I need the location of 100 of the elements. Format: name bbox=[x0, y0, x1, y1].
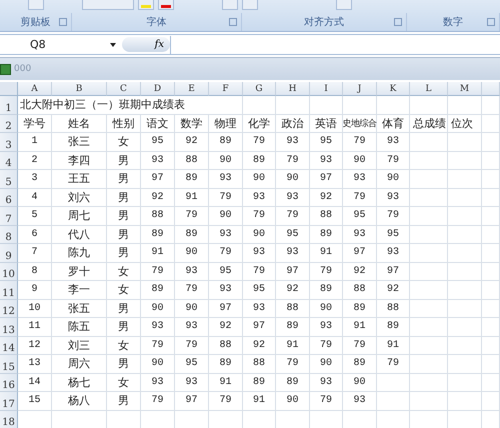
table-cell bbox=[410, 336, 448, 355]
table-cell bbox=[448, 318, 482, 336]
table-cell: 88 bbox=[141, 207, 175, 226]
table-cell bbox=[482, 355, 500, 374]
ribbon-group-label: 剪贴板 bbox=[20, 16, 51, 29]
table-cell: 93 bbox=[141, 374, 175, 392]
table-cell: 93 bbox=[243, 244, 276, 262]
table-cell: 91 bbox=[243, 392, 276, 410]
column-header[interactable]: D bbox=[141, 82, 175, 96]
table-cell: 罗十 bbox=[52, 262, 107, 281]
select-all-corner[interactable] bbox=[0, 82, 18, 96]
function-button[interactable]: fx bbox=[122, 37, 170, 52]
row-header[interactable]: 9 bbox=[0, 244, 18, 262]
table-cell: 周七 bbox=[52, 207, 107, 226]
table-cell: 95 bbox=[209, 262, 243, 281]
column-header[interactable]: J bbox=[343, 82, 377, 96]
table-cell: 92 bbox=[377, 281, 410, 300]
row-header[interactable]: 10 bbox=[0, 262, 18, 281]
column-header[interactable]: K bbox=[377, 82, 410, 96]
table-cell[interactable] bbox=[377, 96, 410, 114]
table-cell: 90 bbox=[243, 226, 276, 244]
row-header[interactable]: 17 bbox=[0, 392, 18, 410]
row-header[interactable]: 18 bbox=[0, 410, 18, 428]
table-cell: 91 bbox=[141, 244, 175, 262]
dialog-launcher-icon[interactable] bbox=[59, 18, 68, 26]
column-header[interactable]: I bbox=[310, 82, 343, 96]
row-header[interactable]: 15 bbox=[0, 355, 18, 374]
dialog-launcher-icon[interactable] bbox=[487, 18, 495, 26]
table-cell: 93 bbox=[141, 152, 175, 170]
table-cell: 90 bbox=[175, 244, 209, 262]
row-header[interactable]: 5 bbox=[0, 170, 18, 188]
table-cell[interactable] bbox=[410, 96, 448, 114]
table-cell[interactable] bbox=[310, 96, 343, 114]
column-header[interactable]: B bbox=[52, 82, 107, 96]
column-heading: 总成绩 bbox=[410, 114, 448, 133]
fill-color-icon[interactable] bbox=[138, 0, 154, 10]
column-header[interactable] bbox=[482, 82, 500, 96]
font-color-icon[interactable] bbox=[158, 0, 174, 10]
table-cell: 女 bbox=[107, 281, 141, 300]
row-header[interactable]: 12 bbox=[0, 300, 18, 318]
dialog-launcher-icon[interactable] bbox=[394, 18, 402, 26]
row-header[interactable]: 3 bbox=[0, 133, 18, 152]
row-header[interactable]: 6 bbox=[0, 188, 18, 207]
table-cell: 93 bbox=[141, 318, 175, 336]
table-cell: 93 bbox=[343, 170, 377, 188]
table-cell: 79 bbox=[377, 355, 410, 374]
row-header[interactable]: 1 bbox=[0, 96, 18, 114]
table-cell: 88 bbox=[209, 336, 243, 355]
table-cell: 93 bbox=[276, 133, 310, 152]
name-box[interactable]: Q8 bbox=[0, 38, 110, 51]
table-cell: 92 bbox=[209, 318, 243, 336]
row-header[interactable]: 7 bbox=[0, 207, 18, 226]
column-header[interactable]: M bbox=[448, 82, 482, 96]
dropdown-icon[interactable] bbox=[110, 42, 116, 46]
row-header[interactable]: 13 bbox=[0, 318, 18, 336]
workbook-title: 000 bbox=[14, 64, 32, 74]
table-cell bbox=[410, 170, 448, 188]
table-cell[interactable] bbox=[343, 96, 377, 114]
table-cell bbox=[410, 207, 448, 226]
table-cell: 90 bbox=[276, 392, 310, 410]
row-header[interactable]: 14 bbox=[0, 336, 18, 355]
table-cell: 79 bbox=[209, 244, 243, 262]
table-cell: 89 bbox=[310, 281, 343, 300]
table-cell bbox=[410, 226, 448, 244]
column-heading: 位次 bbox=[448, 114, 482, 133]
column-header[interactable]: G bbox=[243, 82, 276, 96]
column-header[interactable]: C bbox=[107, 82, 141, 96]
table-cell bbox=[482, 374, 500, 392]
row-header[interactable]: 8 bbox=[0, 226, 18, 244]
table-cell: 93 bbox=[377, 133, 410, 152]
column-header[interactable]: A bbox=[18, 82, 52, 96]
column-header[interactable]: F bbox=[209, 82, 243, 96]
table-cell[interactable] bbox=[243, 96, 276, 114]
dialog-launcher-icon[interactable] bbox=[229, 18, 238, 26]
row-header[interactable]: 2 bbox=[0, 114, 18, 133]
column-header[interactable]: H bbox=[276, 82, 310, 96]
table-cell: 92 bbox=[343, 262, 377, 281]
table-cell[interactable] bbox=[482, 96, 500, 114]
column-header[interactable]: E bbox=[175, 82, 209, 96]
table-cell bbox=[482, 392, 500, 410]
table-cell: 89 bbox=[377, 318, 410, 336]
table-cell: 89 bbox=[343, 355, 377, 374]
table-cell: 90 bbox=[209, 207, 243, 226]
table-cell: 93 bbox=[310, 152, 343, 170]
column-header[interactable]: L bbox=[410, 82, 448, 96]
table-cell: 95 bbox=[175, 355, 209, 374]
table-cell[interactable] bbox=[482, 114, 500, 133]
table-cell: 95 bbox=[243, 281, 276, 300]
row-header[interactable]: 4 bbox=[0, 152, 18, 170]
column-heading: 学号 bbox=[18, 114, 52, 133]
table-cell[interactable] bbox=[276, 96, 310, 114]
table-cell bbox=[482, 226, 500, 244]
row-header[interactable]: 16 bbox=[0, 374, 18, 392]
table-cell: 93 bbox=[209, 170, 243, 188]
table-cell[interactable] bbox=[448, 96, 482, 114]
row-header[interactable]: 11 bbox=[0, 281, 18, 300]
table-cell bbox=[377, 392, 410, 410]
table-cell: 88 bbox=[276, 300, 310, 318]
table-cell: 79 bbox=[209, 392, 243, 410]
ribbon-group-label: 数字 bbox=[442, 16, 463, 29]
